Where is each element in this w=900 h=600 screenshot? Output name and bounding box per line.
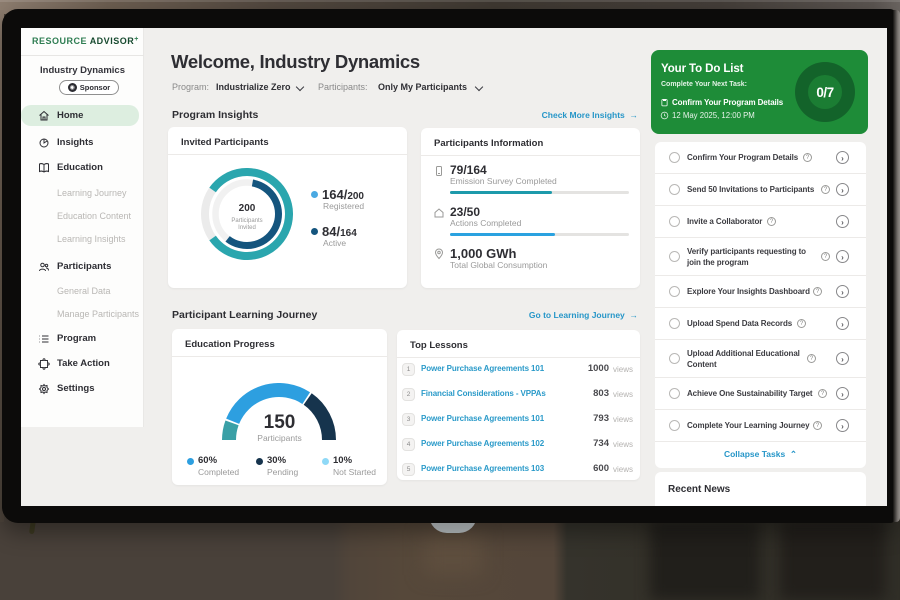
svg-text:Invited: Invited <box>238 225 256 231</box>
svg-text:Participants: Participants <box>231 218 262 224</box>
svg-text:200: 200 <box>239 203 256 214</box>
